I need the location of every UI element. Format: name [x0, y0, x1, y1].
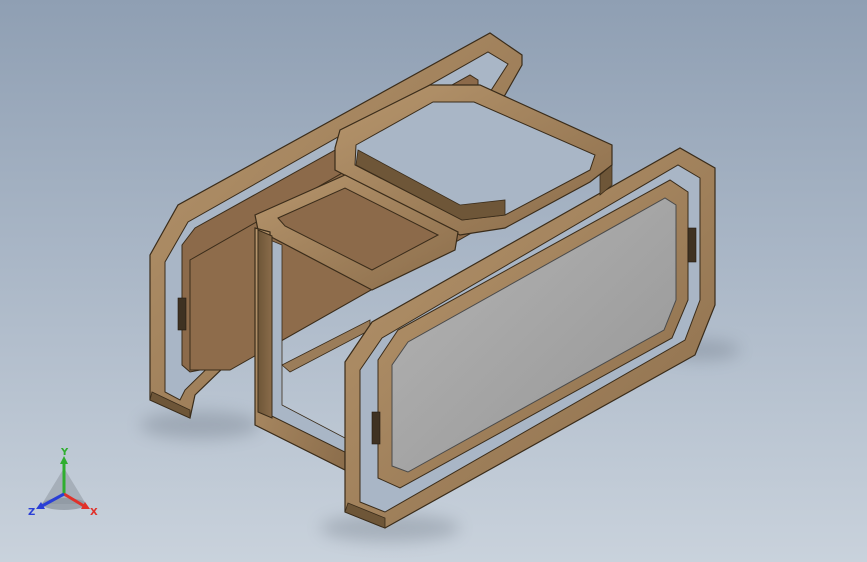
coordinate-triad[interactable]: Y X Z	[22, 446, 112, 526]
3d-model-frame-assembly[interactable]	[0, 0, 867, 562]
x-axis-label: X	[90, 507, 98, 518]
graphics-viewport[interactable]: Y X Z	[0, 0, 867, 562]
coordinate-triad-icon: Y X Z	[28, 447, 98, 518]
z-axis-label: Z	[28, 507, 35, 518]
y-axis-label: Y	[60, 447, 69, 458]
